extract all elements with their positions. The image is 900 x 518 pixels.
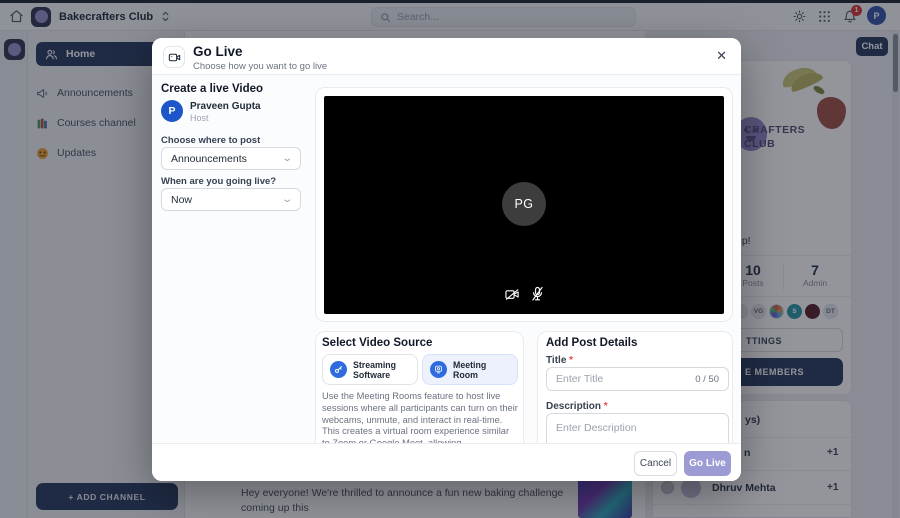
camera-off-icon[interactable] — [505, 288, 520, 301]
key-icon — [330, 361, 347, 378]
where-to-post-label: Choose where to post — [161, 135, 260, 146]
meeting-room-label: Meeting Room — [453, 360, 510, 380]
host-avatar: P — [161, 100, 183, 122]
where-to-post-value: Announcements — [171, 153, 247, 165]
video-preview-card: PG — [315, 87, 733, 322]
close-icon[interactable]: ✕ — [716, 48, 727, 64]
go-live-modal: Go Live Choose how you want to go live ✕… — [152, 38, 741, 481]
streaming-software-option[interactable]: Streaming Software — [322, 354, 418, 385]
host-name: Praveen Gupta — [190, 101, 261, 112]
chevron-down-icon: ⌄ — [281, 153, 293, 164]
streaming-software-label: Streaming Software — [353, 360, 410, 380]
post-details-card: Add Post Details Title * 0 / 50 Descript… — [537, 331, 733, 443]
video-camera-icon — [163, 46, 185, 68]
video-source-card: Select Video Source Streaming Software M… — [315, 331, 524, 443]
modal-subtitle: Choose how you want to go live — [193, 61, 327, 72]
required-asterisk: * — [569, 355, 573, 366]
app-screen: Bakecrafters Club 1 P Home Announcements — [0, 0, 900, 518]
required-asterisk: * — [604, 401, 608, 412]
modal-title: Go Live — [193, 44, 243, 59]
video-preview: PG — [324, 96, 724, 314]
chevron-down-icon: ⌄ — [281, 194, 293, 205]
description-label: Description * — [546, 401, 608, 412]
cancel-button[interactable]: Cancel — [634, 451, 677, 476]
description-input[interactable] — [546, 413, 729, 443]
preview-avatar: PG — [502, 182, 546, 226]
when-live-label: When are you going live? — [161, 176, 276, 187]
create-live-heading: Create a live Video — [161, 83, 263, 95]
modal-header: Go Live Choose how you want to go live ✕ — [152, 38, 741, 75]
where-to-post-select[interactable]: Announcements ⌄ — [161, 147, 301, 170]
when-live-value: Now — [171, 194, 192, 206]
meeting-room-option[interactable]: Meeting Room — [422, 354, 518, 385]
post-details-heading: Add Post Details — [546, 337, 637, 349]
title-label-text: Title — [546, 355, 566, 366]
mic-off-icon[interactable] — [531, 286, 544, 302]
host-role: Host — [190, 113, 209, 123]
description-label-text: Description — [546, 401, 601, 412]
title-input-wrap: 0 / 50 — [546, 367, 729, 391]
title-char-counter: 0 / 50 — [695, 374, 719, 385]
title-label: Title * — [546, 355, 573, 366]
video-source-heading: Select Video Source — [322, 337, 432, 349]
webcam-icon — [430, 361, 447, 378]
go-live-button[interactable]: Go Live — [684, 451, 731, 476]
title-input[interactable] — [556, 373, 695, 385]
when-live-select[interactable]: Now ⌄ — [161, 188, 301, 211]
video-source-description: Use the Meeting Rooms feature to host li… — [322, 391, 518, 450]
modal-footer: Cancel Go Live — [152, 443, 741, 481]
